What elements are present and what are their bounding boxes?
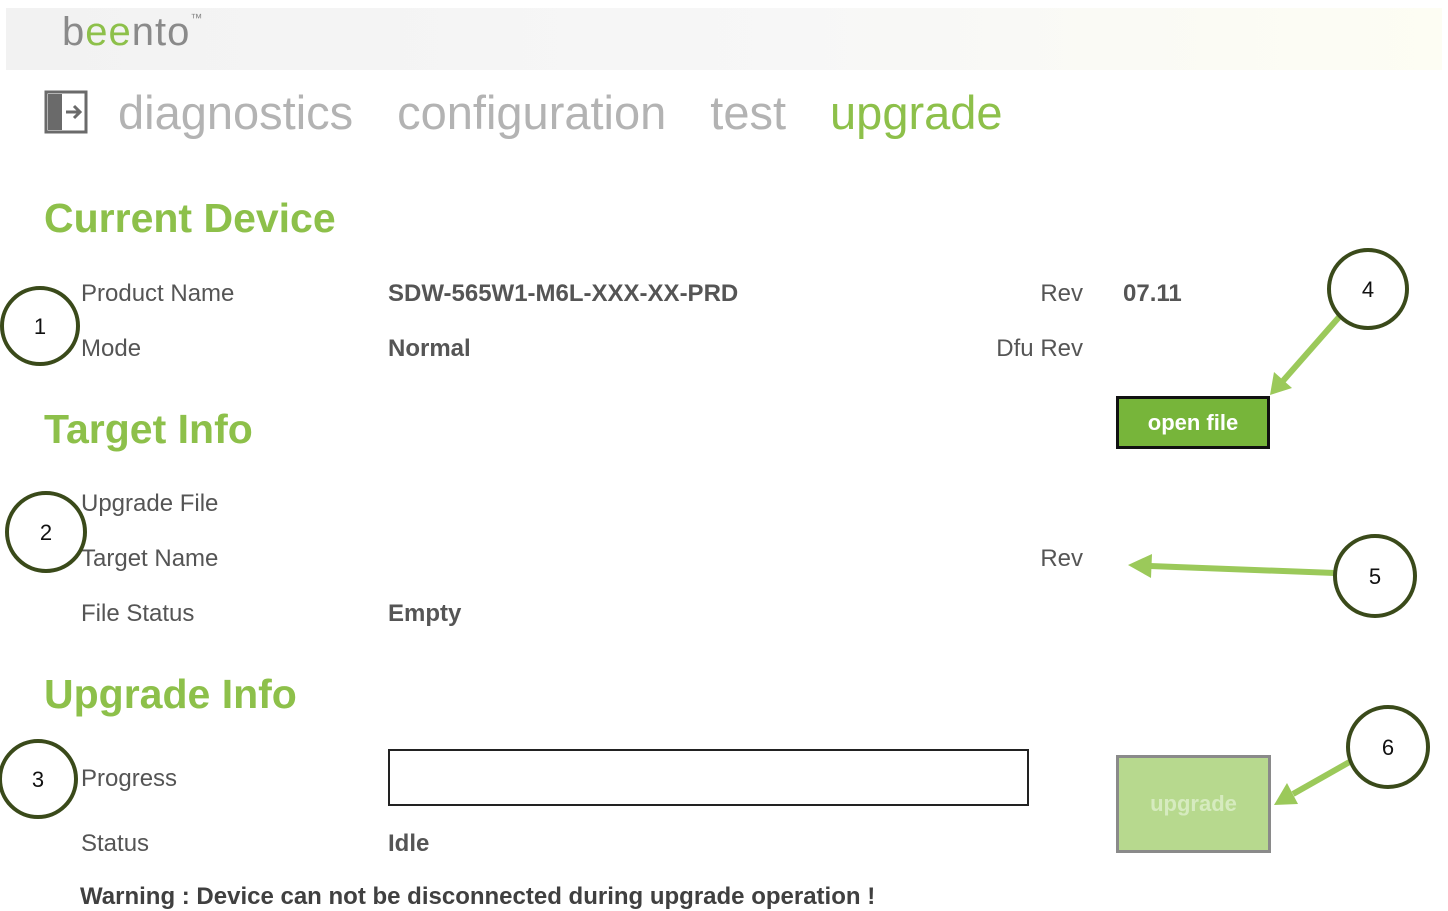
upgrade-button[interactable]: upgrade bbox=[1116, 755, 1271, 853]
app-logo: beento™ bbox=[62, 10, 204, 54]
callout-1: 1 bbox=[0, 286, 80, 366]
callout-4: 4 bbox=[1270, 248, 1409, 395]
target-info-title: Target Info bbox=[44, 406, 253, 452]
callout-2: 2 bbox=[5, 491, 87, 573]
callout-1-number: 1 bbox=[34, 314, 46, 339]
arrow-head-5 bbox=[1128, 554, 1152, 578]
exit-icon[interactable] bbox=[44, 90, 88, 134]
callout-2-number: 2 bbox=[40, 520, 52, 545]
product-name-value: SDW-565W1-M6L-XXX-XX-PRD bbox=[388, 280, 739, 307]
tab-configuration[interactable]: configuration bbox=[397, 89, 666, 136]
callout-6-number: 6 bbox=[1382, 735, 1394, 760]
dfu-rev-label: Dfu Rev bbox=[996, 335, 1083, 362]
file-status-value: Empty bbox=[388, 600, 462, 627]
tab-upgrade[interactable]: upgrade bbox=[830, 89, 1003, 136]
tab-diagnostics[interactable]: diagnostics bbox=[118, 89, 353, 136]
tab-test[interactable]: test bbox=[710, 89, 786, 136]
callout-5-number: 5 bbox=[1369, 564, 1381, 589]
progress-bar bbox=[388, 749, 1029, 806]
mode-value: Normal bbox=[388, 335, 471, 362]
upgrade-info-title: Upgrade Info bbox=[44, 671, 297, 717]
progress-label: Progress bbox=[81, 765, 178, 792]
warning-message: Warning : Device can not be disconnected… bbox=[80, 883, 876, 910]
upgrade-file-label: Upgrade File bbox=[81, 490, 219, 517]
mode-label: Mode bbox=[81, 335, 142, 362]
rev-label: Rev bbox=[1040, 280, 1083, 307]
callout-4-number: 4 bbox=[1362, 277, 1374, 302]
open-file-button[interactable]: open file bbox=[1116, 396, 1270, 449]
callout-5: 5 bbox=[1128, 534, 1417, 618]
callout-6: 6 bbox=[1274, 705, 1430, 805]
callout-3-number: 3 bbox=[32, 767, 44, 792]
callout-3: 3 bbox=[0, 739, 78, 819]
header-band bbox=[6, 8, 1442, 70]
status-value: Idle bbox=[388, 830, 430, 857]
file-status-label: File Status bbox=[81, 600, 195, 627]
status-label: Status bbox=[81, 830, 150, 857]
target-rev-label: Rev bbox=[1040, 545, 1083, 572]
target-name-label: Target Name bbox=[81, 545, 219, 572]
main-nav: diagnostics configuration test upgrade bbox=[44, 86, 1047, 138]
arrow-head-6 bbox=[1274, 783, 1298, 805]
arrow-head-4 bbox=[1270, 372, 1292, 395]
current-device-title: Current Device bbox=[44, 195, 336, 241]
rev-value: 07.11 bbox=[1123, 280, 1182, 307]
product-name-label: Product Name bbox=[81, 280, 235, 307]
